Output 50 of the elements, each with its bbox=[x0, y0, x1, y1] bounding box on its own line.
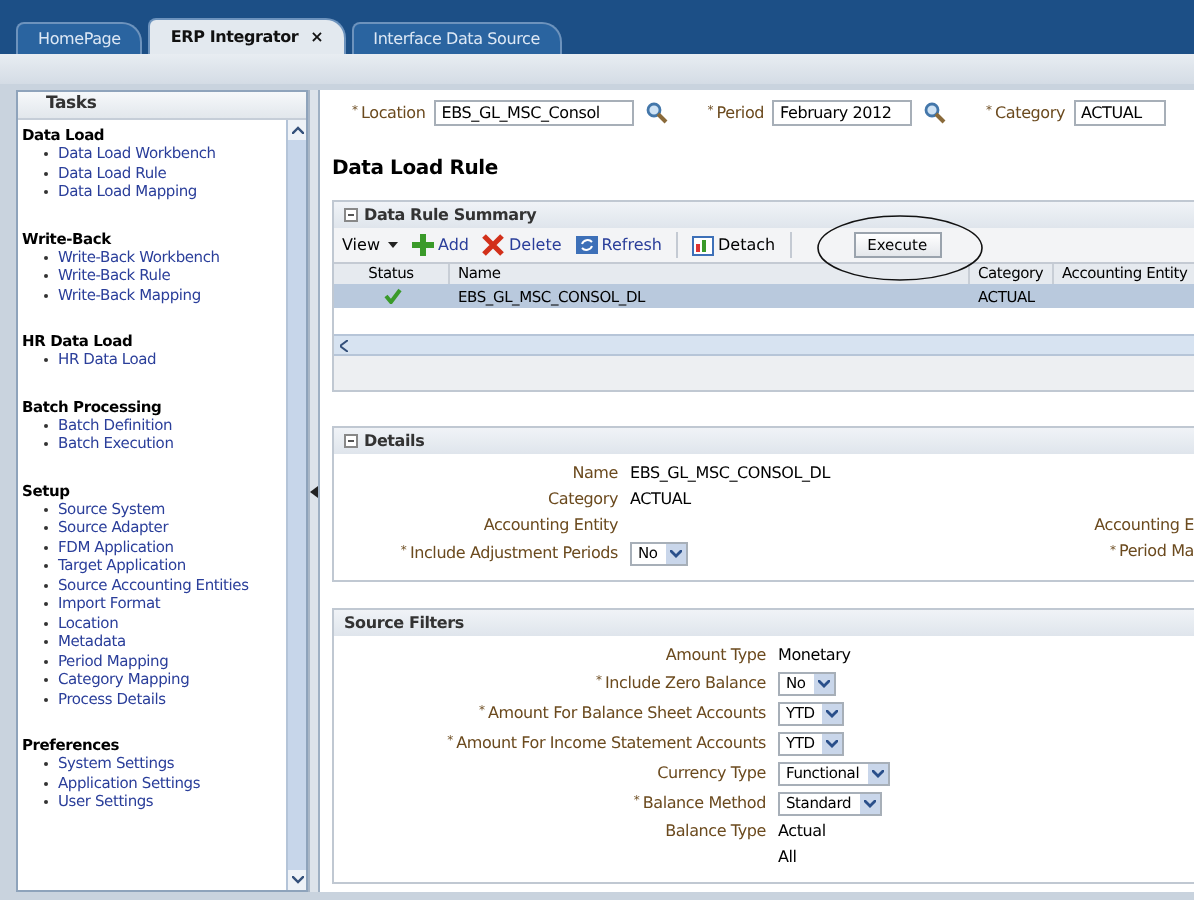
plus-icon bbox=[411, 234, 434, 256]
panel-title: Source Filters bbox=[344, 613, 464, 633]
field-label: Currency Type bbox=[655, 763, 768, 783]
refresh-icon bbox=[575, 234, 598, 256]
collapse-toggle-icon[interactable] bbox=[344, 208, 358, 222]
caret-icon bbox=[387, 242, 398, 248]
chart-icon bbox=[692, 234, 714, 256]
input-field[interactable]: February 2012 bbox=[772, 100, 913, 126]
input-field[interactable]: EBS_GL_MSC_Consol bbox=[433, 100, 634, 126]
search-icon[interactable] bbox=[645, 102, 668, 124]
field-label: Category bbox=[546, 489, 620, 509]
vertical-scrollbar[interactable] bbox=[286, 120, 306, 890]
view-menu[interactable]: View bbox=[342, 235, 398, 255]
field-value: ACTUAL bbox=[630, 489, 691, 509]
chevron-down-icon bbox=[863, 799, 876, 807]
tab[interactable]: HomePage bbox=[16, 22, 143, 54]
tab[interactable]: ERP Integrator × bbox=[148, 18, 346, 54]
field-value: All bbox=[778, 847, 797, 867]
panel-title: Data Rule Summary bbox=[364, 205, 537, 225]
x-icon bbox=[482, 234, 505, 256]
chevron-down-icon bbox=[871, 769, 884, 777]
input-field[interactable]: ACTUAL bbox=[1073, 100, 1165, 126]
field-label: Name bbox=[570, 463, 620, 483]
scroll-left-icon[interactable] bbox=[340, 339, 348, 351]
close-icon[interactable]: × bbox=[310, 27, 324, 47]
panel-title: Details bbox=[364, 431, 425, 451]
toolbar-button[interactable]: Refresh bbox=[575, 234, 662, 256]
field-value: EBS_GL_MSC_CONSOL_DL bbox=[630, 463, 831, 483]
search-icon[interactable] bbox=[924, 102, 947, 124]
field-label: Balance Type bbox=[663, 821, 768, 841]
tab[interactable]: Interface Data Source bbox=[351, 22, 562, 54]
field-value: Monetary bbox=[778, 645, 851, 665]
toolbar-button[interactable]: Delete bbox=[482, 234, 562, 256]
scroll-down-icon[interactable] bbox=[291, 876, 303, 884]
chevron-down-icon bbox=[669, 549, 682, 557]
table-cell bbox=[1054, 284, 1194, 308]
chevron-down-icon bbox=[826, 739, 839, 747]
collapse-toggle-icon[interactable] bbox=[344, 434, 358, 448]
field-value: Actual bbox=[778, 821, 826, 841]
chevron-down-icon bbox=[817, 679, 830, 687]
toolbar-button[interactable]: Detach bbox=[692, 234, 776, 256]
chevron-down-icon bbox=[826, 709, 839, 717]
toolbar-button[interactable]: Add bbox=[411, 234, 469, 256]
scroll-up-icon[interactable] bbox=[291, 126, 303, 134]
field-label: Accounting Entity bbox=[481, 515, 620, 535]
field-label: Accounting E bbox=[1094, 514, 1194, 538]
horizontal-scrollbar[interactable] bbox=[334, 334, 1194, 356]
field-label: Amount Type bbox=[663, 645, 768, 665]
panel-title: Tasks bbox=[18, 92, 306, 120]
page-title: Data Load Rule bbox=[332, 158, 500, 182]
